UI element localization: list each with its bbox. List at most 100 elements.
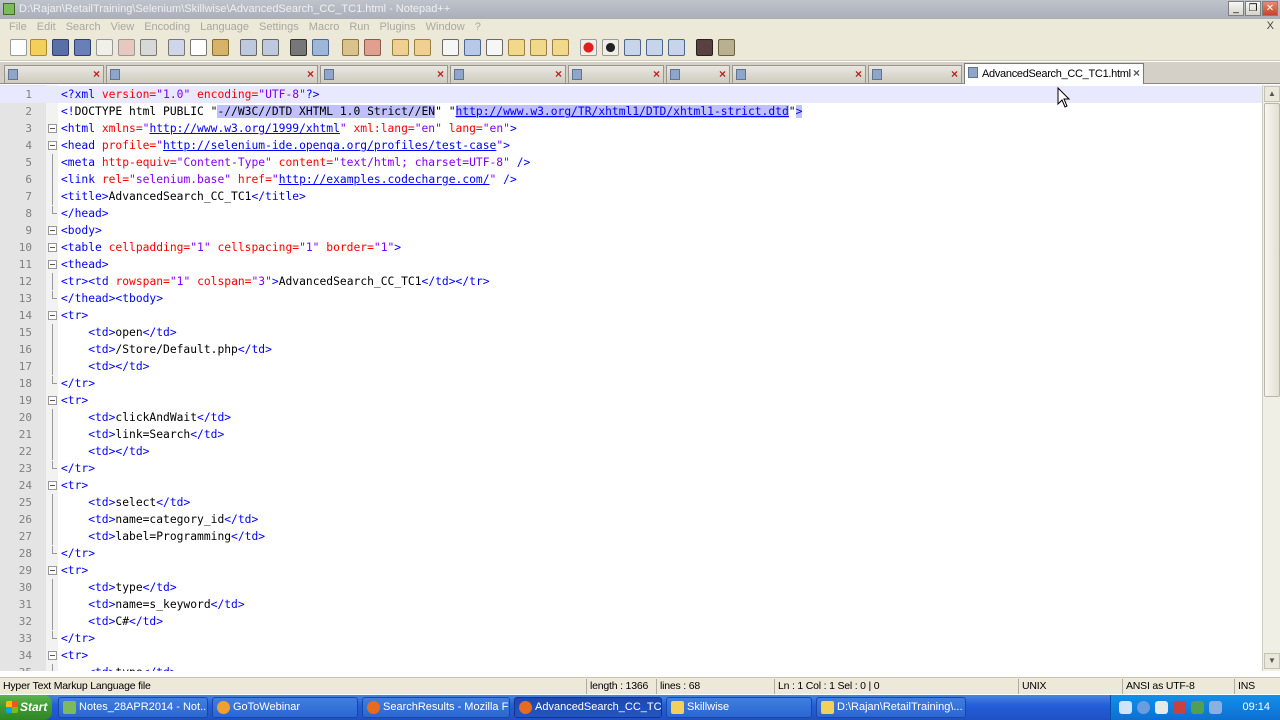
fold-toggle-icon[interactable]	[48, 566, 57, 575]
print-icon[interactable]	[140, 39, 157, 56]
spellcheck-settings-icon[interactable]	[718, 39, 735, 56]
task-notes[interactable]: Notes_28APR2014 - Not...	[58, 697, 208, 718]
menu-search[interactable]: Search	[61, 21, 106, 33]
menu-view[interactable]: View	[106, 21, 140, 33]
code-line[interactable]: 21 <td>link=Search</td>	[0, 426, 1262, 443]
close-file-icon[interactable]	[96, 39, 113, 56]
code-line[interactable]: 31 <td>name=s_keyword</td>	[0, 596, 1262, 613]
code-line[interactable]: 3 <html xmlns= "http://www.w3.org/1999/xht…	[0, 120, 1262, 137]
tab-document-5[interactable]: ×	[568, 65, 664, 83]
user-lang-icon[interactable]	[508, 39, 525, 56]
scroll-thumb[interactable]	[1264, 103, 1280, 397]
code-line[interactable]: 30 <td>type</td>	[0, 579, 1262, 596]
code-line[interactable]: 4 <head profile="http://selenium-ide.open…	[0, 137, 1262, 154]
close-tab-icon[interactable]: ×	[307, 67, 314, 81]
close-tab-icon[interactable]: ×	[1133, 66, 1140, 80]
code-line[interactable]: 12 <tr><td rowspan="1" colspan="3">Advanc…	[0, 273, 1262, 290]
function-list-icon[interactable]	[552, 39, 569, 56]
menu-help[interactable]: ?	[470, 21, 486, 33]
close-all-icon[interactable]	[118, 39, 135, 56]
code-line[interactable]: 17 <td></td>	[0, 358, 1262, 375]
menu-language[interactable]: Language	[195, 21, 254, 33]
scroll-down-icon[interactable]: ▼	[1264, 653, 1280, 669]
play-multiple-icon[interactable]	[646, 39, 663, 56]
code-line[interactable]: 22 <td></td>	[0, 443, 1262, 460]
record-macro-icon[interactable]	[580, 39, 597, 56]
code-line[interactable]: 13 </thead><tbody>	[0, 290, 1262, 307]
vertical-scrollbar[interactable]: ▲ ▼	[1262, 85, 1280, 671]
tab-document-6[interactable]: ×	[666, 65, 730, 83]
close-document-icon[interactable]: X	[1267, 20, 1274, 32]
scroll-up-icon[interactable]: ▲	[1264, 86, 1280, 102]
task-gotowebinar[interactable]: GoToWebinar	[212, 697, 358, 718]
code-line[interactable]: 29 <tr>	[0, 562, 1262, 579]
replace-icon[interactable]	[312, 39, 329, 56]
code-line[interactable]: 8 </head>	[0, 205, 1262, 222]
tab-document-8[interactable]: ×	[868, 65, 962, 83]
copy-icon[interactable]	[190, 39, 207, 56]
arrow-icon[interactable]	[1119, 701, 1132, 714]
code-line[interactable]: 10 <table cellpadding="1" cellspacing="1"…	[0, 239, 1262, 256]
maximize-button[interactable]: ❐	[1245, 1, 1261, 16]
close-button[interactable]: ✕	[1262, 1, 1278, 16]
code-line[interactable]: 18 </tr>	[0, 375, 1262, 392]
menu-run[interactable]: Run	[344, 21, 374, 33]
code-line[interactable]: 11 <thead>	[0, 256, 1262, 273]
tab-document-3[interactable]: ×	[320, 65, 448, 83]
find-icon[interactable]	[290, 39, 307, 56]
fold-toggle-icon[interactable]	[48, 481, 57, 490]
code-line[interactable]: 26 <td>name=category_id</td>	[0, 511, 1262, 528]
code-line[interactable]: 32 <td>C#</td>	[0, 613, 1262, 630]
indent-guide-icon[interactable]	[486, 39, 503, 56]
code-line[interactable]: 5 <meta http-equiv="Content-Type" content…	[0, 154, 1262, 171]
volume-icon[interactable]	[1155, 701, 1168, 714]
network-icon[interactable]	[1137, 701, 1150, 714]
code-line[interactable]: 16 <td>/Store/Default.php</td>	[0, 341, 1262, 358]
code-line[interactable]: 33 </tr>	[0, 630, 1262, 647]
menu-settings[interactable]: Settings	[254, 21, 304, 33]
menu-macro[interactable]: Macro	[304, 21, 345, 33]
redo-icon[interactable]	[262, 39, 279, 56]
code-line[interactable]: 35 <td>type</td>	[0, 664, 1262, 671]
minimize-button[interactable]: _	[1228, 1, 1244, 16]
stop-icon[interactable]	[602, 39, 619, 56]
save-macro-icon[interactable]	[668, 39, 685, 56]
sync-horizontal-icon[interactable]	[414, 39, 431, 56]
fold-toggle-icon[interactable]	[48, 311, 57, 320]
code-line[interactable]: 27 <td>label=Programming</td>	[0, 528, 1262, 545]
code-line[interactable]: 9 <body>	[0, 222, 1262, 239]
doc-map-icon[interactable]	[530, 39, 547, 56]
fold-toggle-icon[interactable]	[48, 651, 57, 660]
code-line[interactable]: 19 <tr>	[0, 392, 1262, 409]
cut-icon[interactable]	[168, 39, 185, 56]
tab-document-1[interactable]: ×	[4, 65, 104, 83]
fold-toggle-icon[interactable]	[48, 396, 57, 405]
menu-edit[interactable]: Edit	[32, 21, 61, 33]
new-file-icon[interactable]	[10, 39, 27, 56]
all-chars-icon[interactable]	[464, 39, 481, 56]
code-line[interactable]: 23 </tr>	[0, 460, 1262, 477]
code-line[interactable]: 1 <?xml version="1.0" encoding="UTF-8"?>	[0, 86, 1262, 103]
task-firefox[interactable]: SearchResults - Mozilla Fi...	[362, 697, 510, 718]
code-line[interactable]: 7 <title>AdvancedSearch_CC_TC1</title>	[0, 188, 1262, 205]
open-icon[interactable]	[30, 39, 47, 56]
monitor-icon[interactable]	[1209, 701, 1222, 714]
close-tab-icon[interactable]: ×	[653, 67, 660, 81]
menu-window[interactable]: Window	[421, 21, 470, 33]
fold-toggle-icon[interactable]	[48, 226, 57, 235]
menu-file[interactable]: File	[4, 21, 32, 33]
close-tab-icon[interactable]: ×	[855, 67, 862, 81]
code-line[interactable]: 2 <!DOCTYPE html PUBLIC "-//W3C//DTD XHTM…	[0, 103, 1262, 120]
zoom-out-icon[interactable]	[364, 39, 381, 56]
code-line[interactable]: 15 <td>open</td>	[0, 324, 1262, 341]
code-line[interactable]: 14 <tr>	[0, 307, 1262, 324]
task-skillwise[interactable]: Skillwise	[666, 697, 812, 718]
fold-toggle-icon[interactable]	[48, 260, 57, 269]
update-icon[interactable]	[1191, 701, 1204, 714]
zoom-in-icon[interactable]	[342, 39, 359, 56]
play-icon[interactable]	[624, 39, 641, 56]
save-icon[interactable]	[52, 39, 69, 56]
save-all-icon[interactable]	[74, 39, 91, 56]
security-icon[interactable]	[1173, 701, 1186, 714]
close-tab-icon[interactable]: ×	[555, 67, 562, 81]
